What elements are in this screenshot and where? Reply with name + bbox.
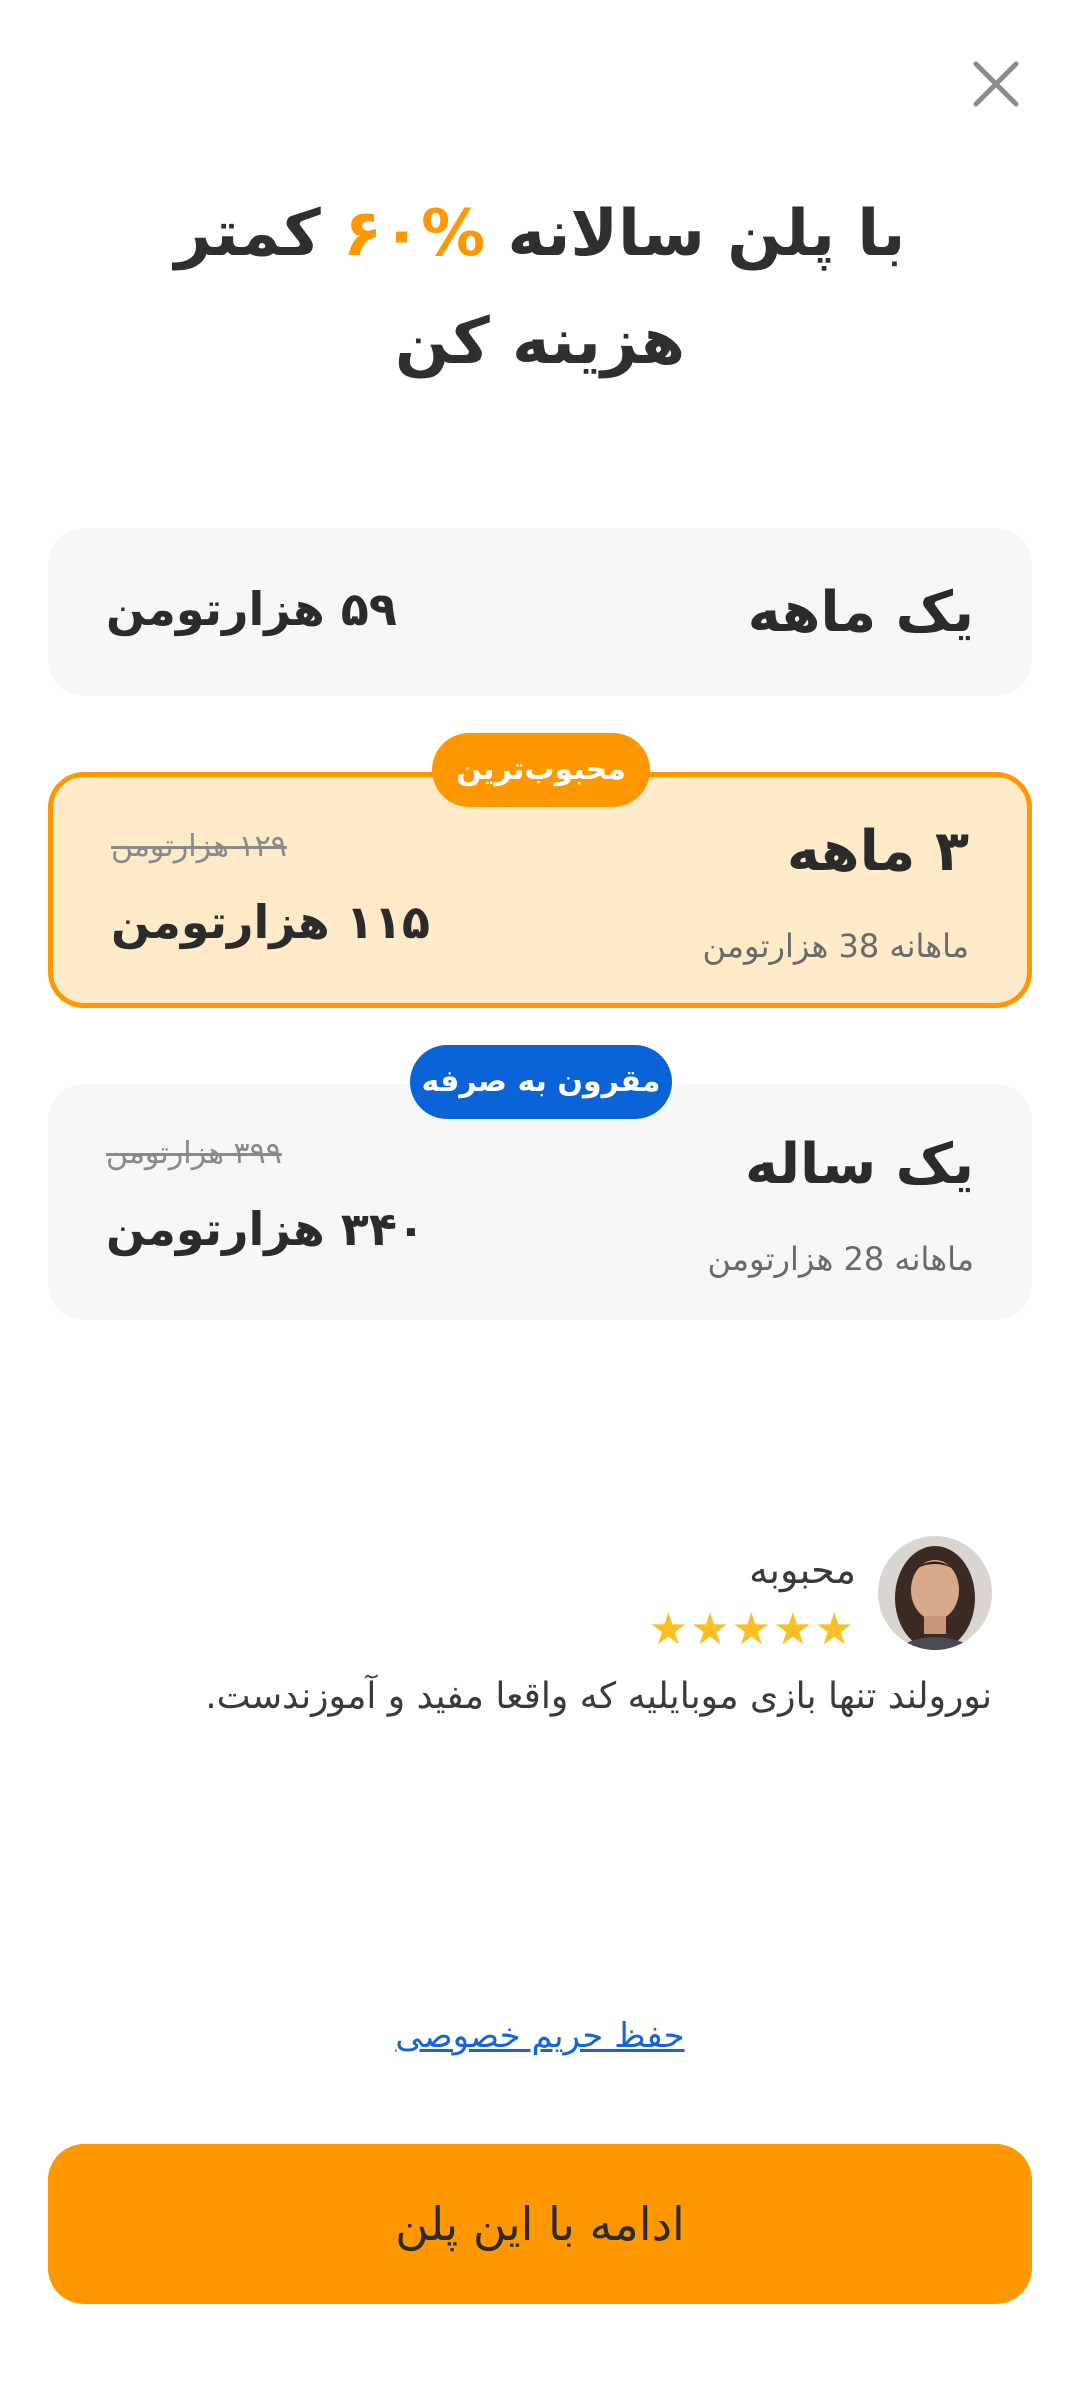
plan-card-monthly[interactable]: یک ماهه ۵۹ هزارتومن: [48, 528, 1032, 696]
plan-name: یک ماهه: [747, 580, 974, 645]
plan-card-3-months[interactable]: ۳ ماهه ماهانه 38 هزارتومن ۱۲۹ هزارتومن ۱…: [48, 772, 1032, 1008]
plan-price: ۱۱۵ هزارتومن: [111, 895, 430, 949]
most-popular-badge: محبوب‌ترین: [432, 733, 650, 807]
plan-price: ۳۴۰ هزارتومن: [106, 1202, 425, 1256]
plan-old-price: ۱۲۹ هزارتومن: [111, 829, 287, 864]
title-part-2: کمتر: [174, 197, 321, 271]
continue-button[interactable]: ادامه با این پلن: [48, 2144, 1032, 2304]
plan-card-yearly[interactable]: یک ساله ماهانه 28 هزارتومن ۳۹۹ هزارتومن …: [48, 1084, 1032, 1320]
plan-name: یک ساله: [745, 1132, 974, 1197]
close-icon: [973, 61, 1019, 107]
title-accent: %۶۰: [342, 197, 486, 271]
reviewer-name: محبوبه: [749, 1548, 856, 1592]
plan-old-price: ۳۹۹ هزارتومن: [106, 1136, 282, 1171]
plan-name: ۳ ماهه: [786, 819, 969, 884]
testimonial: محبوبه ★★★★★ نورولند تنها بازی موبایلیه …: [48, 1530, 1032, 1750]
reviewer-avatar-icon: [878, 1536, 992, 1650]
page-title: با پلن سالانه %۶۰ کمتر هزینه کن: [90, 180, 990, 396]
title-line-1: با پلن سالانه %۶۰ کمتر: [90, 180, 990, 288]
privacy-policy-row: حفظ حریم خصوصی: [0, 2016, 1080, 2056]
plan-monthly-price: ماهانه 28 هزارتومن: [707, 1240, 974, 1278]
close-button[interactable]: [968, 56, 1024, 112]
best-value-badge: مقرون به صرفه: [410, 1045, 672, 1119]
plan-monthly-price: ماهانه 38 هزارتومن: [702, 927, 969, 965]
title-part-1: با پلن سالانه: [507, 197, 906, 271]
avatar: [878, 1536, 992, 1650]
rating-stars: ★★★★★: [648, 1604, 856, 1655]
review-text: نورولند تنها بازی موبایلیه که واقعا مفید…: [205, 1676, 992, 1717]
plan-price: ۵۹ هزارتومن: [106, 582, 397, 636]
title-line-2: هزینه کن: [394, 305, 686, 379]
privacy-policy-link[interactable]: حفظ حریم خصوصی: [395, 2016, 684, 2056]
